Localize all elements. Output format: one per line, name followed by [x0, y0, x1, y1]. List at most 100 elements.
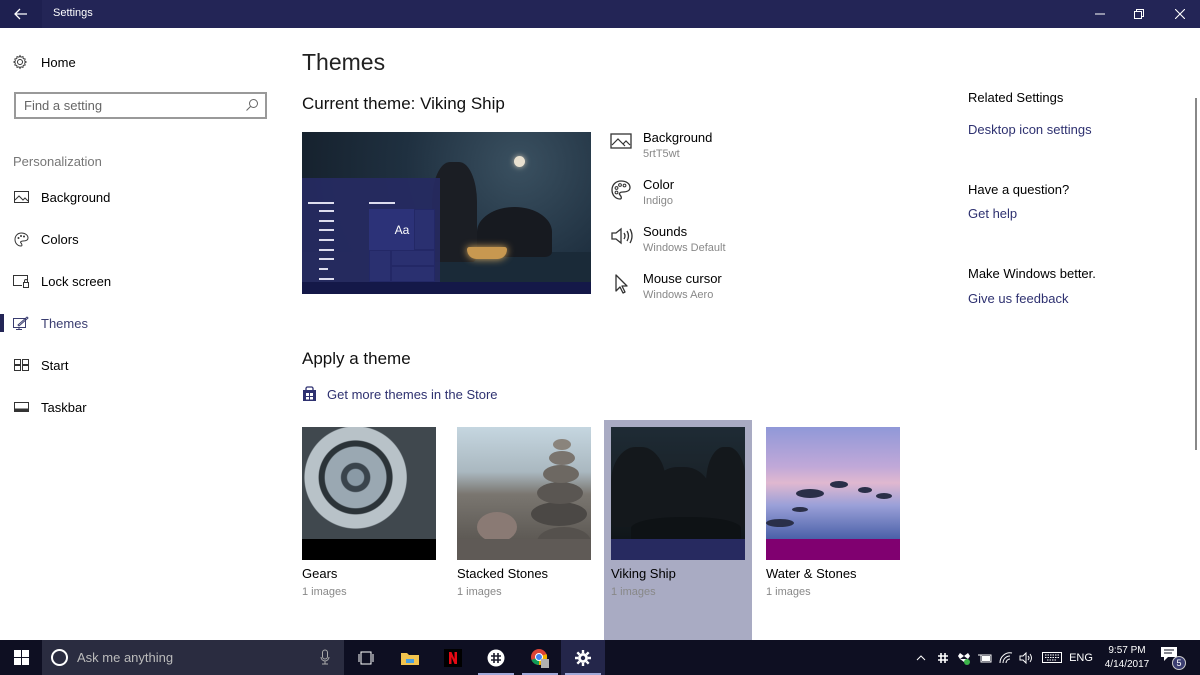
- taskbar-icon: [13, 399, 29, 415]
- show-hidden-icons-button[interactable]: [912, 640, 930, 675]
- taskbar: Ask me anything ENG 9:57 PM 4/14/2017 5: [0, 640, 1200, 675]
- sidebar-item-label: Background: [41, 189, 111, 205]
- slack-button[interactable]: [474, 640, 518, 675]
- get-help-link[interactable]: Get help: [968, 206, 1017, 221]
- file-explorer-button[interactable]: [388, 640, 432, 675]
- apply-theme-heading: Apply a theme: [302, 349, 411, 368]
- sidebar-item-label: Taskbar: [41, 399, 87, 415]
- netflix-button[interactable]: [431, 640, 475, 675]
- start-button[interactable]: [0, 640, 42, 675]
- sidebar-item-label: Start: [41, 357, 69, 373]
- sidebar-item-start[interactable]: Start: [0, 350, 270, 380]
- clock-time: 9:57 PM: [1108, 645, 1146, 656]
- related-settings-title: Related Settings: [968, 90, 1064, 105]
- preview-tile: [391, 250, 435, 266]
- clock-date: 4/14/2017: [1104, 659, 1150, 670]
- property-value: 5rtT5wt: [643, 148, 680, 160]
- minimize-button[interactable]: [1080, 0, 1120, 28]
- active-indicator: [0, 314, 4, 332]
- minimize-icon: [1095, 13, 1105, 15]
- property-name: Mouse cursor: [643, 271, 722, 286]
- restore-icon: [1134, 9, 1144, 19]
- back-button[interactable]: [0, 0, 42, 28]
- palette-icon: [610, 179, 634, 201]
- question-title: Have a question?: [968, 182, 1070, 197]
- cortana-search-box[interactable]: Ask me anything: [42, 640, 344, 675]
- preview-tile: [391, 266, 435, 282]
- property-name: Sounds: [643, 224, 688, 239]
- restore-button[interactable]: [1119, 0, 1159, 28]
- window-title: Settings: [53, 7, 93, 19]
- theme-thumbnail: [302, 427, 436, 539]
- property-name: Background: [643, 130, 713, 145]
- theme-accent-swatch: [766, 539, 900, 560]
- cursor-icon: [610, 273, 634, 295]
- preview-moon: [514, 156, 525, 167]
- task-view-button[interactable]: [344, 640, 388, 675]
- dropbox-icon: [958, 652, 970, 665]
- touch-keyboard-button[interactable]: [1040, 640, 1064, 675]
- sidebar-item-lock-screen[interactable]: Lock screen: [0, 266, 270, 296]
- picture-icon: [610, 132, 634, 154]
- feedback-link[interactable]: Give us feedback: [968, 291, 1068, 306]
- power-tray-button[interactable]: [976, 640, 994, 675]
- notification-count-badge: 5: [1172, 656, 1186, 670]
- search-icon[interactable]: [245, 98, 259, 117]
- sidebar-item-taskbar[interactable]: Taskbar: [0, 392, 270, 422]
- keyboard-icon: [1042, 652, 1062, 663]
- theme-thumbnail: [457, 427, 591, 539]
- title-bar: Settings: [0, 0, 1200, 28]
- current-theme-heading: Current theme: Viking Ship: [302, 94, 505, 113]
- sidebar-item-themes[interactable]: Themes: [0, 308, 270, 338]
- start-tiles-icon: [13, 357, 29, 373]
- section-personalization: Personalization: [13, 154, 102, 169]
- input-language-button[interactable]: ENG: [1066, 640, 1096, 675]
- hashtag-tray-icon: [938, 652, 948, 663]
- battery-plug-icon: [978, 654, 992, 662]
- find-setting-search[interactable]: [14, 92, 267, 119]
- settings-app-button[interactable]: [561, 640, 605, 675]
- property-mouse-cursor[interactable]: Mouse cursor Windows Aero: [610, 269, 810, 309]
- property-value: Windows Aero: [643, 289, 714, 301]
- volume-tray-button[interactable]: [1017, 640, 1037, 675]
- picture-icon: [13, 189, 29, 205]
- theme-tile-stacked-stones[interactable]: Stacked Stones 1 images: [450, 420, 598, 640]
- sidebar-item-background[interactable]: Background: [0, 182, 270, 212]
- theme-image-count: 1 images: [457, 586, 502, 598]
- home-link[interactable]: Home: [12, 54, 76, 70]
- property-color[interactable]: Color Indigo: [610, 175, 810, 215]
- gear-icon: [12, 54, 28, 70]
- task-view-icon: [358, 651, 374, 664]
- property-value: Windows Default: [643, 242, 726, 254]
- desktop-icon-settings-link[interactable]: Desktop icon settings: [968, 122, 1092, 137]
- find-setting-input[interactable]: [16, 94, 236, 117]
- theme-tile-viking-ship[interactable]: Viking Ship 1 images: [604, 420, 752, 640]
- network-tray-button[interactable]: [997, 640, 1015, 675]
- tray-app-icon[interactable]: [934, 640, 952, 675]
- make-windows-better-title: Make Windows better.: [968, 266, 1096, 281]
- dropbox-tray-button[interactable]: [955, 640, 973, 675]
- sidebar: Home Personalization Background Colors L…: [0, 28, 280, 640]
- settings-gear-icon: [575, 649, 591, 666]
- property-sounds[interactable]: Sounds Windows Default: [610, 222, 810, 262]
- theme-accent-swatch: [611, 539, 745, 560]
- theme-tile-water-stones[interactable]: Water & Stones 1 images: [759, 420, 907, 640]
- home-label: Home: [41, 54, 76, 70]
- property-background[interactable]: Background 5rtT5wt: [610, 128, 810, 168]
- theme-name: Viking Ship: [611, 566, 676, 581]
- sidebar-item-colors[interactable]: Colors: [0, 224, 270, 254]
- theme-tile-gears[interactable]: Gears 1 images: [295, 420, 443, 640]
- palette-icon: [13, 231, 29, 247]
- windows-logo-icon: [13, 650, 29, 665]
- action-center-button[interactable]: 5: [1160, 646, 1186, 670]
- sidebar-item-label: Lock screen: [41, 273, 112, 289]
- page-title: Themes: [302, 49, 386, 75]
- microphone-icon[interactable]: [320, 649, 330, 665]
- theme-name: Gears: [302, 566, 338, 581]
- lock-screen-icon: [13, 273, 29, 289]
- scrollbar[interactable]: [1195, 98, 1197, 450]
- close-button[interactable]: [1160, 0, 1200, 28]
- chrome-button[interactable]: [518, 640, 562, 675]
- store-link[interactable]: Get more themes in the Store: [302, 386, 498, 402]
- clock[interactable]: 9:57 PM 4/14/2017: [1098, 644, 1156, 672]
